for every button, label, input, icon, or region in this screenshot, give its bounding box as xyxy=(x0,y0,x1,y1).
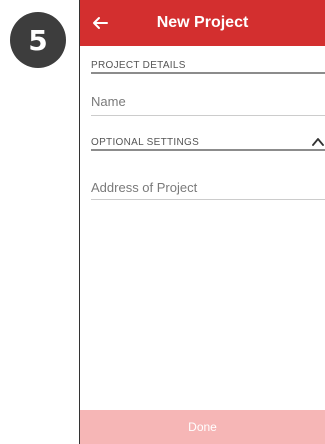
section-divider xyxy=(91,72,325,74)
section-header-optional-settings[interactable]: OPTIONAL SETTINGS xyxy=(91,136,325,150)
name-field-underline xyxy=(91,115,325,116)
done-button[interactable]: Done xyxy=(80,410,325,444)
tutorial-screen: 5 New Project PROJECT DETAILS Name OPTIO… xyxy=(0,0,325,444)
section-divider xyxy=(91,149,325,151)
step-number: 5 xyxy=(28,23,48,57)
arrow-left-icon[interactable] xyxy=(88,11,112,35)
phone-screen: New Project PROJECT DETAILS Name OPTIONA… xyxy=(79,0,325,444)
app-bar: New Project xyxy=(80,0,325,46)
step-number-badge: 5 xyxy=(10,12,66,68)
done-button-label: Done xyxy=(188,420,217,434)
address-field-underline xyxy=(91,199,325,200)
address-field[interactable]: Address of Project xyxy=(91,179,197,197)
section-header-project-details: PROJECT DETAILS xyxy=(91,60,186,71)
page-title: New Project xyxy=(156,14,249,31)
name-field[interactable]: Name xyxy=(91,93,126,111)
chevron-up-icon[interactable] xyxy=(312,137,324,146)
